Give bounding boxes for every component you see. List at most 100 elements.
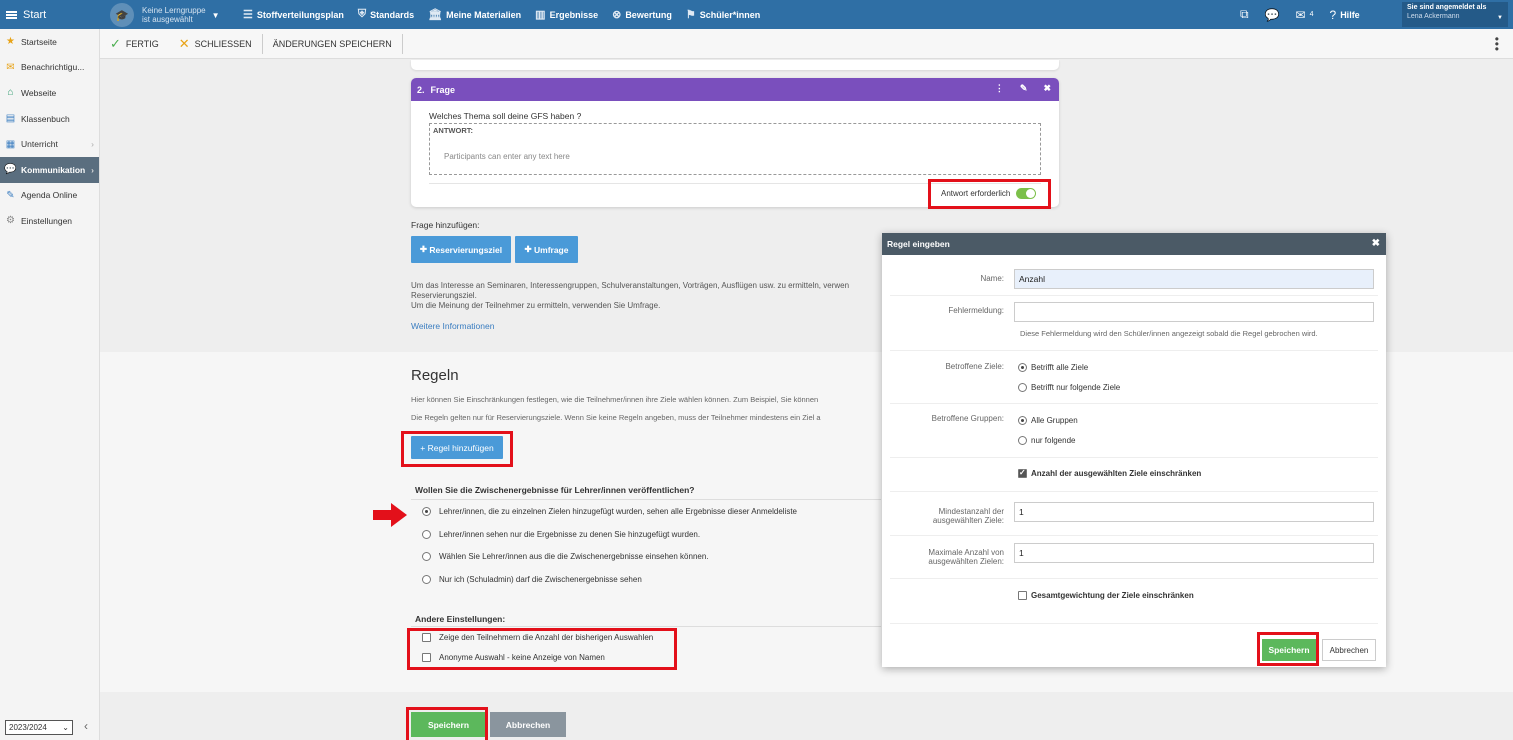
name-label: Name:	[980, 274, 1004, 283]
close-icon[interactable]: ✖	[1372, 238, 1380, 249]
publish-option-3[interactable]: Wählen Sie Lehrer/innen aus die die Zwis…	[422, 552, 709, 561]
rules-title: Regeln	[411, 367, 459, 384]
group-selector-text: Keine Lerngruppe ist ausgewählt	[142, 6, 206, 24]
dialog-cancel-button[interactable]: Abbrechen	[1322, 639, 1376, 661]
chat-icon[interactable]: 💬	[1265, 8, 1280, 22]
nav-standards[interactable]: ⛨ Standards	[358, 8, 414, 21]
nav-stoffverteilungsplan[interactable]: ☰ Stoffverteilungsplan	[243, 8, 344, 21]
add-question-label: Frage hinzufügen:	[411, 220, 480, 230]
max-count-label: Maximale Anzahl von ausgewählten Zielen:	[928, 548, 1004, 566]
answer-label: ANTWORT:	[433, 126, 473, 135]
error-message-input[interactable]	[1014, 302, 1374, 322]
publish-question: Wollen Sie die Zwischenergebnisse für Le…	[415, 485, 695, 495]
user-name: Lena Ackermann	[1407, 13, 1460, 20]
radio[interactable]	[1018, 383, 1027, 392]
hamburger-icon	[6, 10, 17, 19]
toolbar-divider	[261, 33, 263, 54]
star-icon: ★	[6, 36, 15, 48]
add-survey-button[interactable]: ✚ Umfrage	[515, 236, 578, 263]
error-message-hint: Diese Fehlermeldung wird den Schüler/inn…	[1020, 329, 1318, 338]
close-button[interactable]: ✕ SCHLIESSEN	[179, 36, 252, 52]
start-menu-button[interactable]: Start	[0, 0, 100, 29]
sidebar-item-startseite[interactable]: ★ Startseite	[0, 29, 99, 55]
previous-question-card	[411, 60, 1059, 70]
more-vertical-icon[interactable]: ⋮	[995, 83, 1004, 94]
answer-placeholder: Participants can enter any text here	[444, 152, 570, 161]
nav-bewertung[interactable]: ⊗ Bewertung	[612, 8, 672, 21]
radio[interactable]	[422, 530, 431, 539]
chevron-right-icon: ›	[91, 164, 94, 175]
sidebar-item-agenda-online[interactable]: ✎ Agenda Online	[0, 183, 99, 209]
check-icon: ✓	[110, 35, 121, 51]
max-count-input[interactable]: 1	[1014, 543, 1374, 563]
top-right-icons: ⧉ 💬 ✉ 4 ? Hilfe	[1240, 0, 1376, 29]
save-changes-button[interactable]: ÄNDERUNGEN SPEICHERN	[273, 39, 392, 49]
question-text: Welches Thema soll deine GFS haben ?	[429, 111, 582, 121]
publish-option-4[interactable]: Nur ich (Schuladmin) darf die Zwischener…	[422, 575, 642, 584]
radio-selected[interactable]	[422, 507, 431, 516]
limit-count-option[interactable]: Anzahl der ausgewählten Ziele einschränk…	[1018, 468, 1201, 478]
help-button[interactable]: ? Hilfe	[1330, 8, 1360, 22]
question-header: 2. Frage ⋮ ✎ ✖	[411, 78, 1059, 101]
radio[interactable]	[1018, 436, 1027, 445]
chevron-right-icon: ›	[91, 139, 94, 150]
add-reservation-target-button[interactable]: ✚ Reservierungsziel	[411, 236, 511, 263]
other-settings-title: Andere Einstellungen:	[415, 614, 506, 624]
sidebar-item-unterricht[interactable]: ▦ Unterricht ›	[0, 131, 99, 157]
rules-note: Die Regeln gelten nur für Reservierungsz…	[411, 413, 821, 422]
nav-ergebnisse[interactable]: ▥ Ergebnisse	[535, 8, 598, 21]
radio-selected[interactable]	[1018, 363, 1027, 372]
close-icon[interactable]: ✖	[1043, 83, 1051, 94]
highlight-other-settings	[407, 628, 677, 670]
sidebar-item-benachrichtigungen[interactable]: ✉ Benachrichtigu...	[0, 55, 99, 81]
checkbox-checked[interactable]	[1018, 468, 1027, 478]
radio[interactable]	[422, 552, 431, 561]
groups-some-option[interactable]: nur folgende	[1018, 436, 1075, 445]
more-info-link[interactable]: Weitere Informationen	[411, 321, 494, 331]
divider	[890, 295, 1378, 296]
nav-schueler[interactable]: ⚑ Schüler*innen	[686, 8, 760, 21]
edit-icon[interactable]: ✎	[1020, 83, 1028, 94]
chevron-down-icon: ⌄	[62, 723, 69, 732]
done-button[interactable]: ✓ FERTIG	[110, 36, 159, 52]
checkbox[interactable]	[1018, 591, 1027, 600]
sidebar-item-einstellungen[interactable]: ⚙ Einstellungen	[0, 208, 99, 234]
groups-all-option[interactable]: Alle Gruppen	[1018, 416, 1078, 425]
nav-meine-materialien[interactable]: 🏛 Meine Materialien	[428, 8, 521, 21]
sidebar-item-webseite[interactable]: ⌂ Webseite	[0, 80, 99, 106]
screen-share-icon[interactable]: ⧉	[1240, 7, 1249, 22]
top-bar: Start 🎓 Keine Lerngruppe ist ausgewählt …	[0, 0, 1513, 29]
plus-icon: ✚	[524, 244, 534, 254]
targets-some-option[interactable]: Betrifft nur folgende Ziele	[1018, 383, 1120, 392]
highlight-required-toggle	[928, 179, 1051, 209]
sidebar-item-kommunikation[interactable]: 💬 Kommunikation ›	[0, 156, 99, 183]
radio-selected[interactable]	[1018, 416, 1027, 425]
collapse-sidebar-icon[interactable]: ‹	[84, 719, 88, 733]
gear-icon: ⚙	[6, 215, 15, 227]
rules-description: Hier können Sie Einschränkungen festlege…	[411, 395, 819, 404]
school-year-select[interactable]: 2023/2024 ⌄	[5, 720, 73, 735]
question-number: 2.	[417, 84, 425, 95]
group-selector[interactable]: 🎓 Keine Lerngruppe ist ausgewählt ▼	[110, 3, 220, 27]
sidebar-item-klassenbuch[interactable]: ▤ Klassenbuch	[0, 106, 99, 132]
divider	[411, 499, 881, 500]
divider	[890, 457, 1378, 458]
add-question-info: Um das Interesse an Seminaren, Interesse…	[411, 281, 850, 310]
dialog-title: Regel eingeben	[887, 239, 950, 249]
highlight-add-rule	[401, 431, 513, 467]
user-menu[interactable]: Sie sind angemeldet als Lena Ackermann ▼	[1402, 2, 1508, 27]
publish-option-1[interactable]: Lehrer/innen, die zu einzelnen Zielen hi…	[422, 507, 797, 516]
divider	[411, 626, 881, 627]
mail-button[interactable]: ✉ 4	[1296, 8, 1314, 22]
radio[interactable]	[422, 575, 431, 584]
close-icon: ✕	[178, 35, 190, 51]
targets-all-option[interactable]: Betrifft alle Ziele	[1018, 363, 1088, 372]
cancel-button[interactable]: Abbrechen	[490, 712, 566, 737]
limit-weight-option[interactable]: Gesamtgewichtung der Ziele einschränken	[1018, 591, 1194, 600]
toolbar-divider	[401, 33, 403, 54]
more-options-icon[interactable]: • • •	[1495, 33, 1499, 55]
name-input[interactable]: Anzahl	[1014, 269, 1374, 289]
min-count-input[interactable]: 1	[1014, 502, 1374, 522]
chat-icon: 💬	[4, 164, 17, 176]
publish-option-2[interactable]: Lehrer/innen sehen nur die Ergebnisse zu…	[422, 530, 700, 539]
